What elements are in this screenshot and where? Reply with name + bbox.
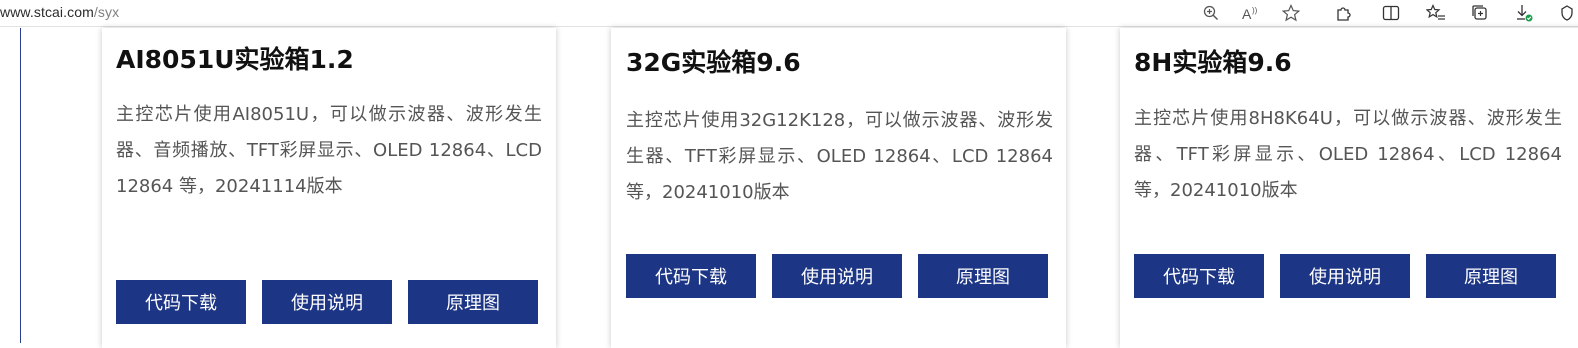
product-card-ai8051u: AI8051U实验箱1.2 主控芯片使用AI8051U，可以做示波器、波形发生器… bbox=[102, 28, 556, 348]
code-download-button[interactable]: 代码下载 bbox=[1134, 254, 1264, 298]
user-manual-button[interactable]: 使用说明 bbox=[772, 254, 902, 298]
card-title: AI8051U实验箱1.2 bbox=[116, 45, 354, 74]
schematic-button[interactable]: 原理图 bbox=[918, 254, 1048, 298]
card-description: 主控芯片使用8H8K64U，可以做示波器、波形发生器、TFT彩屏显示、OLED … bbox=[1134, 108, 1562, 201]
left-border-line bbox=[20, 28, 21, 343]
read-aloud-icon[interactable]: A)) bbox=[1239, 2, 1261, 24]
page-content: AI8051U实验箱1.2 主控芯片使用AI8051U，可以做示波器、波形发生器… bbox=[0, 28, 1578, 348]
code-download-button[interactable]: 代码下载 bbox=[116, 280, 246, 324]
schematic-button[interactable]: 原理图 bbox=[408, 280, 538, 324]
user-manual-button[interactable]: 使用说明 bbox=[1280, 254, 1410, 298]
user-manual-button[interactable]: 使用说明 bbox=[262, 280, 392, 324]
address-bar[interactable]: www.stcai.com/syx bbox=[0, 4, 119, 20]
card-description: 主控芯片使用32G12K128，可以做示波器、波形发生器、TFT彩屏显示、OLE… bbox=[626, 110, 1053, 203]
card-title: 32G实验箱9.6 bbox=[626, 48, 801, 77]
url-path: /syx bbox=[93, 4, 120, 20]
code-download-button[interactable]: 代码下载 bbox=[626, 254, 756, 298]
card-title: 8H实验箱9.6 bbox=[1134, 48, 1292, 77]
favorite-star-icon[interactable] bbox=[1280, 2, 1302, 24]
card-description: 主控芯片使用AI8051U，可以做示波器、波形发生器、音频播放、TFT彩屏显示、… bbox=[116, 104, 542, 197]
schematic-button[interactable]: 原理图 bbox=[1426, 254, 1556, 298]
favorites-list-icon[interactable] bbox=[1425, 2, 1447, 24]
product-card-8h: 8H实验箱9.6 主控芯片使用8H8K64U，可以做示波器、波形发生器、TFT彩… bbox=[1120, 28, 1578, 348]
svg-text:)): )) bbox=[1252, 6, 1258, 15]
product-card-32g: 32G实验箱9.6 主控芯片使用32G12K128，可以做示波器、波形发生器、T… bbox=[611, 28, 1066, 348]
browser-essentials-icon[interactable] bbox=[1556, 2, 1578, 24]
browser-toolbar: www.stcai.com/syx A)) bbox=[0, 0, 1578, 27]
downloads-icon[interactable] bbox=[1513, 2, 1535, 24]
zoom-icon[interactable] bbox=[1200, 2, 1222, 24]
split-screen-icon[interactable] bbox=[1380, 2, 1402, 24]
extensions-icon[interactable] bbox=[1333, 2, 1355, 24]
url-host: www.stcai.com bbox=[0, 4, 94, 20]
svg-text:A: A bbox=[1242, 6, 1252, 21]
collections-icon[interactable] bbox=[1469, 2, 1491, 24]
